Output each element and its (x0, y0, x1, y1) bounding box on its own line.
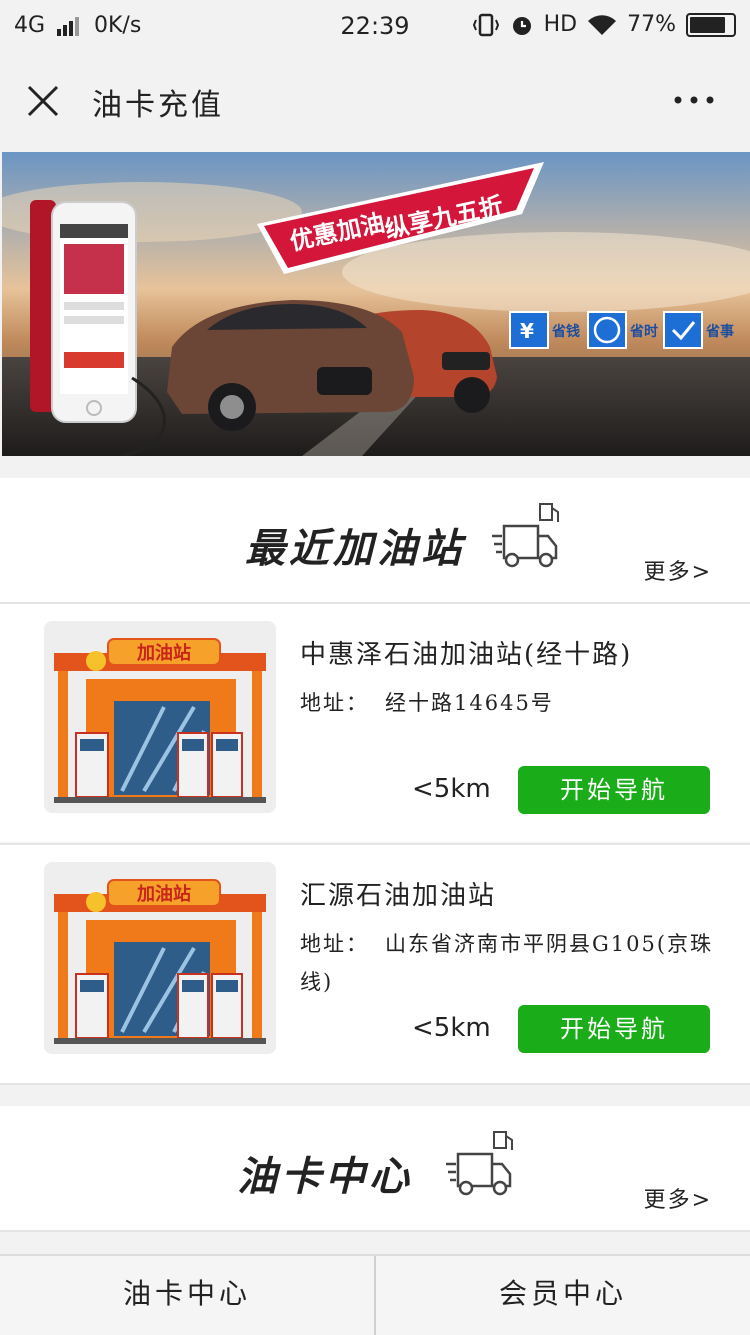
station-card[interactable]: 加油站 汇源石油加油站 地址： 山东省济南市平阴县G105(京珠线) <5km 开… (0, 845, 750, 1083)
wifi-icon (588, 14, 617, 35)
promo-banner[interactable]: 优惠加油 纵享九五折 ¥ 省钱 省时 省事 (2, 152, 750, 456)
address-value: 经十路14645号 (385, 691, 554, 715)
nav-bar: 油卡充值 (0, 52, 750, 150)
station-thumbnail: 加油站 (44, 862, 276, 1054)
station-card[interactable]: 加油站 中惠泽石油加油站(经十路) 地址： 经十路14645号 <5km 开始导航 (0, 604, 750, 842)
badge-2: 省时 (629, 323, 658, 340)
station-address: 地址： 经十路14645号 (300, 684, 720, 722)
fuel-truck-icon (446, 1131, 513, 1196)
divider (0, 1230, 750, 1232)
nearby-stations-header: 最近加油站 更多> (0, 478, 750, 602)
fuel-truck-icon (492, 503, 559, 568)
badge-3: 省事 (705, 323, 734, 340)
address-label: 地址： (300, 932, 369, 956)
tab-member-center[interactable]: 会员中心 (376, 1256, 750, 1335)
nearby-title: 最近加油站 (245, 525, 465, 572)
divider (0, 1083, 750, 1085)
station-name: 汇源石油加油站 (300, 881, 497, 911)
vibrate-icon (472, 13, 499, 36)
tab-card-center[interactable]: 油卡中心 (0, 1256, 376, 1335)
hd-indicator: HD (543, 12, 578, 37)
battery-fill (690, 16, 726, 33)
banner-illustration: 优惠加油 纵享九五折 ¥ 省钱 省时 省事 (2, 152, 750, 456)
station-name: 中惠泽石油加油站(经十路) (300, 640, 633, 670)
battery-percent: 77% (627, 12, 676, 37)
alarm-icon (512, 16, 531, 35)
more-options-icon[interactable] (672, 90, 716, 110)
station-thumbnail: 加油站 (44, 621, 276, 813)
address-label: 地址： (300, 691, 369, 715)
status-right: HD 77% (472, 12, 736, 37)
station-distance: <5km (412, 1013, 491, 1043)
card-center-more-link[interactable]: 更多> (644, 1182, 712, 1214)
card-center-header: 油卡中心 更多> (0, 1106, 750, 1230)
bottom-tab-bar: 油卡中心 会员中心 (0, 1254, 750, 1335)
start-navigation-button[interactable]: 开始导航 (518, 766, 710, 814)
station-sign: 加油站 (136, 883, 191, 905)
page-title: 油卡充值 (92, 88, 224, 123)
battery-icon (686, 12, 736, 37)
svg-text:¥: ¥ (520, 319, 534, 343)
station-address: 地址： 山东省济南市平阴县G105(京珠线) (300, 925, 720, 1001)
station-sign: 加油站 (136, 642, 191, 664)
status-bar: 4G 0K/s 22:39 HD 77% (0, 0, 750, 52)
start-navigation-button[interactable]: 开始导航 (518, 1005, 710, 1053)
badge-1: 省钱 (551, 323, 580, 340)
nearby-more-link[interactable]: 更多> (644, 554, 712, 586)
card-center-title: 油卡中心 (237, 1153, 413, 1200)
station-distance: <5km (412, 774, 491, 804)
close-icon[interactable] (26, 84, 60, 118)
